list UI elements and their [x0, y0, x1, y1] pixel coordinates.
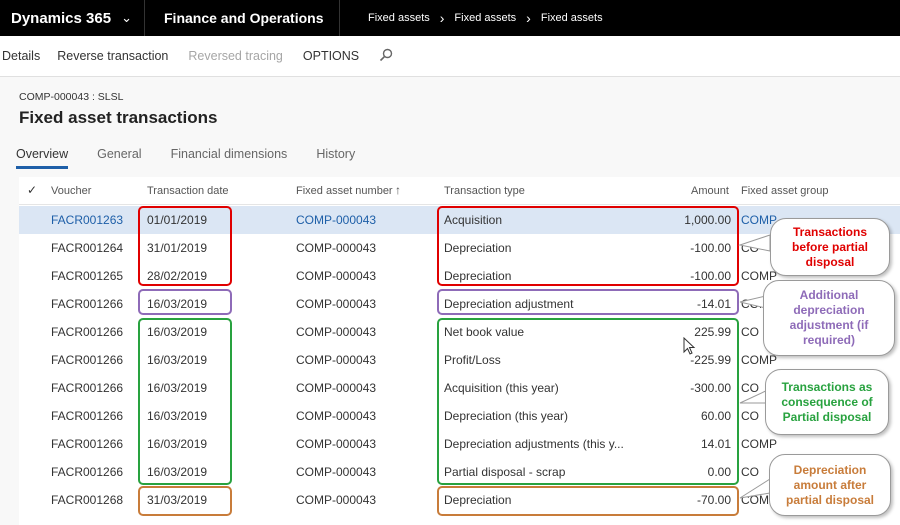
reversed-tracing-button[interactable]: Reversed tracing [188, 49, 283, 63]
breadcrumb: Fixed assets › Fixed assets › Fixed asse… [340, 10, 603, 26]
select-all-check-icon[interactable]: ✓ [27, 183, 37, 197]
top-nav-bar: Dynamics 365 ⌄ Finance and Operations Fi… [0, 0, 900, 36]
app-name[interactable]: Finance and Operations [145, 0, 340, 36]
column-header-fixed-asset-number[interactable]: Fixed asset number [296, 185, 393, 197]
search-icon[interactable] [379, 48, 393, 65]
cell-voucher[interactable]: FACR001265 [51, 269, 123, 283]
grid-header: ✓ Voucher Transaction date Fixed asset n… [19, 177, 900, 205]
options-button[interactable]: OPTIONS [303, 49, 359, 63]
cell-fixed-asset-number[interactable]: COMP-000043 [296, 381, 376, 395]
brand-name: Dynamics 365 [11, 9, 112, 27]
callout-additional-adjustment: Additional depreciation adjustment (if r… [763, 280, 895, 356]
mouse-cursor-icon [683, 337, 696, 355]
column-header-fixed-asset-group[interactable]: Fixed asset group [741, 185, 828, 197]
highlight-types-before-disposal [437, 206, 739, 286]
cell-voucher[interactable]: FACR001266 [51, 409, 123, 423]
cell-fixed-asset-number[interactable]: COMP-000043 [296, 353, 376, 367]
column-header-amount[interactable]: Amount [691, 185, 729, 197]
tab-history[interactable]: History [316, 147, 355, 169]
highlight-dates-partial-disposal [138, 318, 232, 485]
cell-voucher[interactable]: FACR001268 [51, 493, 123, 507]
cell-voucher[interactable]: FACR001266 [51, 353, 123, 367]
reverse-transaction-button[interactable]: Reverse transaction [57, 49, 168, 63]
cell-voucher[interactable]: FACR001263 [51, 213, 123, 227]
callout-before-disposal: Transactions before partial disposal [770, 218, 890, 276]
cell-voucher[interactable]: FACR001266 [51, 381, 123, 395]
column-header-transaction-type[interactable]: Transaction type [444, 185, 525, 197]
chevron-down-icon[interactable]: ⌄ [121, 10, 132, 26]
cell-voucher[interactable]: FACR001264 [51, 241, 123, 255]
callout-partial-disposal: Transactions as consequence of Partial d… [765, 369, 889, 435]
cell-fixed-asset-number[interactable]: COMP-000043 [296, 241, 376, 255]
cell-voucher[interactable]: FACR001266 [51, 437, 123, 451]
highlight-date-after-disposal [138, 486, 232, 516]
cell-fixed-asset-number[interactable]: COMP-000043 [296, 437, 376, 451]
cell-fixed-asset-number[interactable]: COMP-000043 [296, 409, 376, 423]
cell-voucher[interactable]: FACR001266 [51, 325, 123, 339]
app-launcher[interactable]: Dynamics 365 ⌄ [0, 0, 145, 36]
breadcrumb-item-3[interactable]: Fixed assets [541, 12, 603, 24]
cell-fixed-asset-number[interactable]: COMP-000043 [296, 325, 376, 339]
cell-fixed-asset-number[interactable]: COMP-000043 [296, 269, 376, 283]
cell-fixed-asset-number[interactable]: COMP-000043 [296, 493, 376, 507]
chevron-right-icon: › [526, 10, 531, 26]
breadcrumb-item-2[interactable]: Fixed assets [454, 12, 516, 24]
column-header-transaction-date[interactable]: Transaction date [147, 185, 229, 197]
highlight-type-after-disposal [437, 486, 739, 516]
tab-general[interactable]: General [97, 147, 141, 169]
highlight-date-adjustment [138, 289, 232, 315]
callout-after-disposal: Depreciation amount after partial dispos… [769, 454, 891, 516]
action-pane: Details Reverse transaction Reversed tra… [0, 36, 900, 77]
page-title: Fixed asset transactions [19, 108, 218, 127]
column-header-voucher[interactable]: Voucher [51, 185, 91, 197]
sort-ascending-icon[interactable]: ↑ [395, 183, 401, 197]
cell-fixed-asset-number[interactable]: COMP-000043 [296, 297, 376, 311]
cell-fixed-asset-number[interactable]: COMP-000043 [296, 213, 376, 227]
highlight-dates-before-disposal [138, 206, 232, 286]
breadcrumb-item-1[interactable]: Fixed assets [368, 12, 430, 24]
tab-overview[interactable]: Overview [16, 147, 69, 169]
record-caption: COMP-000043 : SLSL [19, 91, 124, 103]
chevron-right-icon: › [439, 10, 445, 26]
tab-financial-dimensions[interactable]: Financial dimensions [171, 147, 288, 169]
highlight-type-adjustment [437, 289, 739, 315]
details-button[interactable]: Details [2, 49, 40, 63]
cell-voucher[interactable]: FACR001266 [51, 465, 123, 479]
cell-voucher[interactable]: FACR001266 [51, 297, 123, 311]
cell-fixed-asset-number[interactable]: COMP-000043 [296, 465, 376, 479]
main-content: COMP-000043 : SLSL Fixed asset transacti… [0, 77, 900, 525]
tab-strip: Overview General Financial dimensions Hi… [16, 147, 384, 169]
